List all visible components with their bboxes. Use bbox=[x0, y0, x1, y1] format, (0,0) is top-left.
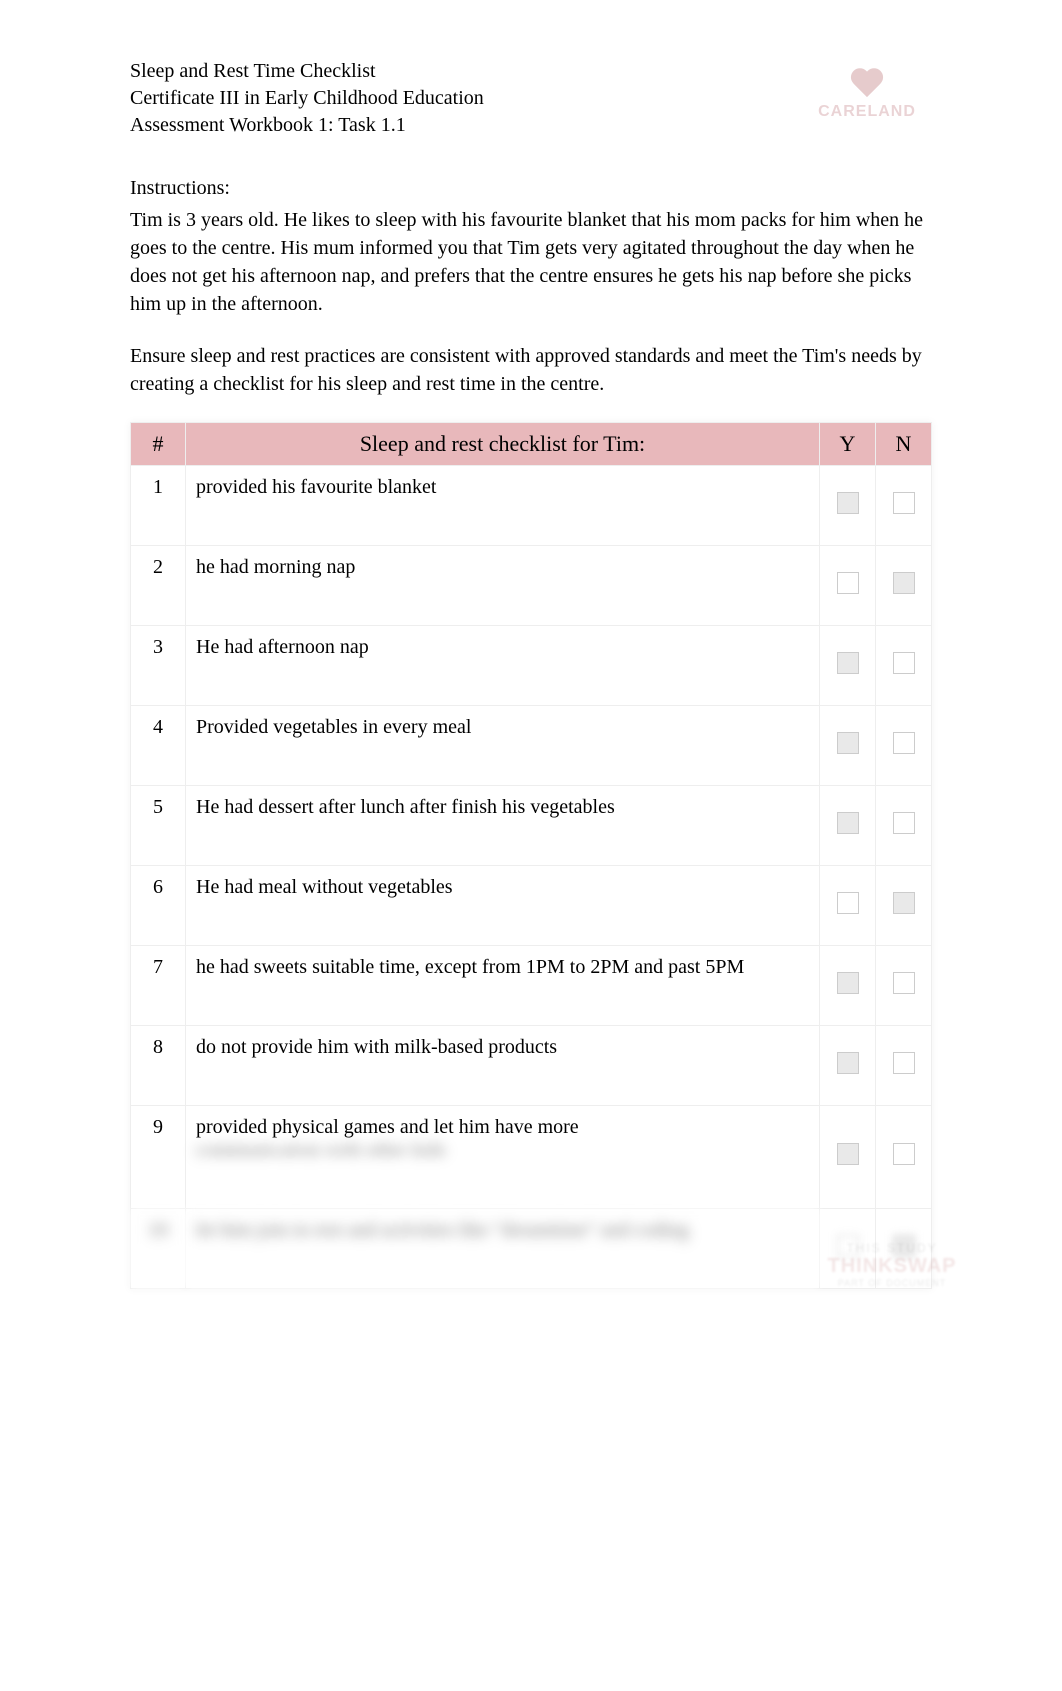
row-no-cell bbox=[876, 1106, 932, 1209]
column-header-number: # bbox=[131, 423, 186, 466]
row-no-cell bbox=[876, 786, 932, 866]
checkbox-yes[interactable] bbox=[837, 892, 859, 914]
row-item-text: do not provide him with milk-based produ… bbox=[186, 1026, 820, 1106]
header-logo: CARELAND bbox=[802, 60, 932, 130]
row-no-cell bbox=[876, 706, 932, 786]
row-item-text: provided his favourite blanket bbox=[186, 466, 820, 546]
table-row: 2he had morning nap bbox=[131, 546, 932, 626]
checkbox-no[interactable] bbox=[893, 1143, 915, 1165]
table-row: 3He had afternoon nap bbox=[131, 626, 932, 706]
row-item-line2-blurred: communication with other kids bbox=[196, 1139, 445, 1162]
checklist-table: # Sleep and rest checklist for Tim: Y N … bbox=[130, 422, 932, 1289]
row-item-text: He had meal without vegetables bbox=[186, 866, 820, 946]
checkbox-yes[interactable] bbox=[837, 732, 859, 754]
table-header-row: # Sleep and rest checklist for Tim: Y N bbox=[131, 423, 932, 466]
row-yes-cell bbox=[820, 1026, 876, 1106]
row-no-cell bbox=[876, 466, 932, 546]
row-yes-cell bbox=[820, 866, 876, 946]
row-no-cell bbox=[876, 1026, 932, 1106]
header-text-block: Sleep and Rest Time Checklist Certificat… bbox=[130, 60, 484, 137]
column-header-yes: Y bbox=[820, 423, 876, 466]
document-title: Sleep and Rest Time Checklist bbox=[130, 60, 484, 83]
row-yes-cell bbox=[820, 946, 876, 1026]
checkbox-yes[interactable] bbox=[837, 652, 859, 674]
row-item-text: he had sweets suitable time, except from… bbox=[186, 946, 820, 1026]
checkbox-no[interactable] bbox=[893, 1052, 915, 1074]
footer-logo-line3: PART OF DOCUMENT bbox=[802, 1278, 982, 1288]
row-number: 3 bbox=[131, 626, 186, 706]
instructions-label: Instructions: bbox=[130, 177, 932, 200]
row-number: 10 bbox=[131, 1209, 186, 1289]
table-row: 9 provided physical games and let him hav… bbox=[131, 1106, 932, 1209]
row-number: 5 bbox=[131, 786, 186, 866]
checkbox-yes[interactable] bbox=[837, 1052, 859, 1074]
row-item-text: He had dessert after lunch after finish … bbox=[186, 786, 820, 866]
row-number: 2 bbox=[131, 546, 186, 626]
checkbox-no[interactable] bbox=[893, 812, 915, 834]
row-item-text: He had afternoon nap bbox=[186, 626, 820, 706]
row-yes-cell bbox=[820, 706, 876, 786]
row-no-cell bbox=[876, 626, 932, 706]
table-row: 7he had sweets suitable time, except fro… bbox=[131, 946, 932, 1026]
checkbox-no[interactable] bbox=[893, 892, 915, 914]
row-no-cell bbox=[876, 866, 932, 946]
row-yes-cell bbox=[820, 626, 876, 706]
checkbox-yes[interactable] bbox=[837, 572, 859, 594]
row-number: 6 bbox=[131, 866, 186, 946]
footer-logo-line2: THINKSWAP bbox=[802, 1255, 982, 1278]
row-yes-cell bbox=[820, 786, 876, 866]
row-number: 9 bbox=[131, 1106, 186, 1209]
row-number: 1 bbox=[131, 466, 186, 546]
footer-watermark-logo: THIS STUDY THINKSWAP PART OF DOCUMENT bbox=[802, 1241, 982, 1311]
checkbox-no[interactable] bbox=[893, 972, 915, 994]
checkbox-yes[interactable] bbox=[837, 812, 859, 834]
heart-icon bbox=[849, 69, 885, 99]
instructions-paragraph-1: Tim is 3 years old. He likes to sleep wi… bbox=[130, 206, 932, 318]
row-no-cell bbox=[876, 946, 932, 1026]
table-row: 1provided his favourite blanket bbox=[131, 466, 932, 546]
row-item-text: provided physical games and let him have… bbox=[186, 1106, 820, 1209]
row-yes-cell bbox=[820, 546, 876, 626]
footer-logo-line1: THIS STUDY bbox=[802, 1241, 982, 1255]
row-number: 4 bbox=[131, 706, 186, 786]
row-yes-cell bbox=[820, 1106, 876, 1209]
row-number: 7 bbox=[131, 946, 186, 1026]
instructions-paragraph-2: Ensure sleep and rest practices are cons… bbox=[130, 342, 932, 398]
table-row: 6He had meal without vegetables bbox=[131, 866, 932, 946]
row-item-text: he had morning nap bbox=[186, 546, 820, 626]
document-header: Sleep and Rest Time Checklist Certificat… bbox=[130, 60, 932, 137]
checkbox-yes[interactable] bbox=[837, 492, 859, 514]
row-item-line1: provided physical games and let him have… bbox=[196, 1116, 579, 1138]
row-number: 8 bbox=[131, 1026, 186, 1106]
table-row: 8do not provide him with milk-based prod… bbox=[131, 1026, 932, 1106]
table-row: 4Provided vegetables in every meal bbox=[131, 706, 932, 786]
checkbox-no[interactable] bbox=[893, 732, 915, 754]
header-logo-text: CARELAND bbox=[818, 103, 916, 121]
checkbox-no[interactable] bbox=[893, 572, 915, 594]
column-header-item: Sleep and rest checklist for Tim: bbox=[186, 423, 820, 466]
checkbox-yes[interactable] bbox=[837, 1143, 859, 1165]
row-yes-cell bbox=[820, 466, 876, 546]
document-subtitle-course: Certificate III in Early Childhood Educa… bbox=[130, 87, 484, 110]
row-no-cell bbox=[876, 546, 932, 626]
column-header-no: N bbox=[876, 423, 932, 466]
row-item-text: Provided vegetables in every meal bbox=[186, 706, 820, 786]
document-subtitle-task: Assessment Workbook 1: Task 1.1 bbox=[130, 114, 484, 137]
checkbox-yes[interactable] bbox=[837, 972, 859, 994]
checkbox-no[interactable] bbox=[893, 652, 915, 674]
table-row: 5He had dessert after lunch after finish… bbox=[131, 786, 932, 866]
checkbox-no[interactable] bbox=[893, 492, 915, 514]
row-item-text: let him join in rest and activities like… bbox=[186, 1209, 820, 1289]
